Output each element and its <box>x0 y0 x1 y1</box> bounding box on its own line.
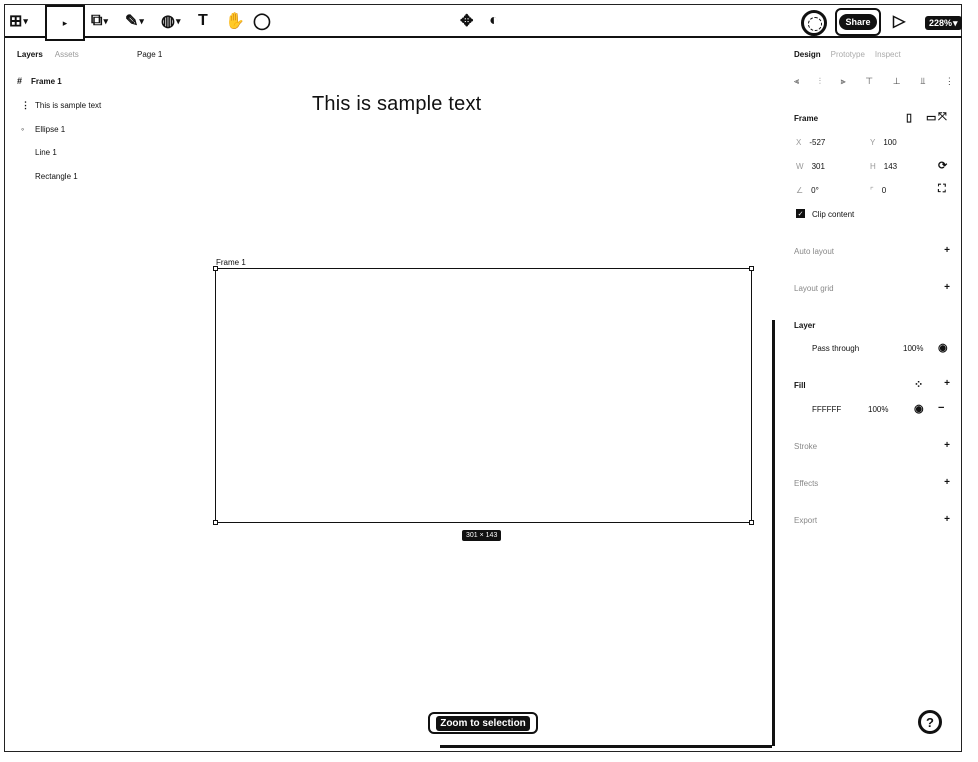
fill-opacity-field[interactable]: 100% <box>868 405 888 414</box>
visibility-eye-icon[interactable]: ◉ <box>938 341 948 354</box>
zoom-level-dropdown[interactable]: 228% ▾ <box>925 16 962 30</box>
text-tool-button[interactable]: T <box>198 10 208 32</box>
horizontal-scrollbar[interactable] <box>440 745 772 748</box>
present-button[interactable]: ▷ <box>893 10 905 32</box>
move-icon: ▸ <box>62 17 68 28</box>
layer-frame-1[interactable]: # Frame 1 <box>17 76 62 86</box>
alignment-toolbar: ⫷ ⫶ ⫸ ⊤ ⊥ ⫫ ⋮ <box>794 76 954 87</box>
align-bottom-icon[interactable]: ⫫ <box>920 76 925 87</box>
layer-opacity-field[interactable]: 100% <box>903 344 923 353</box>
frame-layer-icon: # <box>17 76 23 86</box>
frame-tool-button[interactable]: ⧉ ▾ <box>91 10 108 32</box>
independent-corners-icon[interactable]: ⛶ <box>938 183 946 196</box>
layer-line[interactable]: Line 1 <box>21 148 57 157</box>
constrain-proportions-icon[interactable]: ⟳ <box>938 159 947 172</box>
portrait-icon[interactable]: ▯ <box>906 111 912 124</box>
main-menu-icon[interactable]: ⊞ ▾ <box>9 10 28 32</box>
y-field[interactable]: Y 100 <box>870 138 897 147</box>
fill-hex-field[interactable]: FFFFFF <box>812 405 841 414</box>
align-center-icon[interactable]: ⫶ <box>819 76 821 87</box>
add-fill-icon[interactable]: + <box>944 378 950 389</box>
design-panel: Design Prototype Inspect ⫷ ⫶ ⫸ ⊤ ⊥ ⫫ ⋮ F… <box>778 38 962 738</box>
resize-handle-top-right[interactable] <box>749 266 754 271</box>
page-selector[interactable]: Page 1 <box>137 50 162 59</box>
resize-handle-top-left[interactable] <box>213 266 218 271</box>
layer-rectangle[interactable]: Rectangle 1 <box>21 172 78 181</box>
chevron-down-icon: ▾ <box>953 17 958 28</box>
resize-handle-bottom-left[interactable] <box>213 520 218 525</box>
layer-text[interactable]: ⋮ This is sample text <box>21 100 101 111</box>
effects-title: Effects <box>794 479 819 488</box>
layer-ellipse[interactable]: ◦ Ellipse 1 <box>21 124 65 134</box>
play-icon: ▷ <box>893 13 906 30</box>
corner-radius-field[interactable]: ⌜ 0 <box>870 186 886 195</box>
fill-visibility-eye-icon[interactable]: ◉ <box>914 402 924 415</box>
x-field[interactable]: X -527 <box>796 138 825 147</box>
layout-grid-title: Layout grid <box>794 284 834 293</box>
tab-inspect[interactable]: Inspect <box>875 50 901 59</box>
width-field[interactable]: W 301 <box>796 162 825 171</box>
shape-icon: ◍ <box>161 13 175 30</box>
tab-prototype[interactable]: Prototype <box>831 50 865 59</box>
tab-assets[interactable]: Assets <box>55 50 79 59</box>
vertical-scrollbar[interactable] <box>772 320 775 746</box>
pen-tool-button[interactable]: ✎ ▾ <box>125 10 144 32</box>
remove-fill-icon[interactable]: − <box>938 402 944 414</box>
add-layout-grid-icon[interactable]: + <box>944 282 950 293</box>
align-right-icon[interactable]: ⫸ <box>841 76 846 87</box>
theme-toggle[interactable]: ◐ <box>489 10 499 32</box>
frame-label[interactable]: Frame 1 <box>216 258 246 267</box>
align-middle-icon[interactable]: ⊥ <box>893 76 901 87</box>
add-export-icon[interactable]: + <box>944 514 950 525</box>
landscape-icon[interactable]: ▭ <box>926 111 936 124</box>
rotation-field[interactable]: ∠ 0° <box>796 186 819 195</box>
ellipse-layer-icon: ◦ <box>21 124 25 134</box>
frame-section-title: Frame <box>794 114 819 123</box>
zoom-to-selection-button[interactable]: Zoom to selection <box>428 712 538 734</box>
component-icon: ✥ <box>460 13 474 30</box>
add-auto-layout-icon[interactable]: + <box>944 245 950 256</box>
clip-content-label: Clip content <box>812 210 855 219</box>
height-field[interactable]: H 143 <box>870 162 897 171</box>
align-top-icon[interactable]: ⊤ <box>865 76 873 87</box>
tab-design[interactable]: Design <box>794 50 821 59</box>
layers-panel: Layers Assets Page 1 # Frame 1 ⋮ This is… <box>5 38 195 738</box>
move-tool-button[interactable]: ▸ <box>45 5 85 41</box>
user-avatar[interactable] <box>801 10 827 36</box>
top-toolbar: ⊞ ▾ ▸ ⧉ ▾ ✎ ▾ ◍ ▾ T ✋ ◯ ✥ ◐ Share ▷ 228% ▾ <box>5 5 962 41</box>
comment-icon: ◯ <box>253 13 271 30</box>
component-button[interactable]: ✥ <box>460 10 473 32</box>
add-effect-icon[interactable]: + <box>944 477 950 488</box>
blend-mode-select[interactable]: Pass through <box>812 344 859 353</box>
layer-section-title: Layer <box>794 321 816 330</box>
distribute-icon[interactable]: ⋮ <box>945 76 954 87</box>
frame-icon: ⧉ <box>91 12 103 29</box>
pen-icon: ✎ <box>125 13 139 30</box>
align-left-icon[interactable]: ⫷ <box>794 76 799 87</box>
resize-handle-bottom-right[interactable] <box>749 520 754 525</box>
clip-content-checkbox[interactable]: ✓ <box>796 209 805 218</box>
hand-icon: ✋ <box>225 13 245 30</box>
stroke-title: Stroke <box>794 442 818 451</box>
fill-section-title: Fill <box>794 381 806 390</box>
dimension-badge: 301 × 143 <box>462 530 502 541</box>
selected-frame[interactable] <box>215 268 752 523</box>
help-icon[interactable]: ? <box>918 710 942 734</box>
shape-tool-button[interactable]: ◍ ▾ <box>161 10 181 32</box>
tab-layers[interactable]: Layers <box>17 50 43 59</box>
text-layer-icon: ⋮ <box>21 100 30 110</box>
comment-tool-button[interactable]: ◯ <box>253 10 271 32</box>
add-stroke-icon[interactable]: + <box>944 440 950 451</box>
hand-tool-button[interactable]: ✋ <box>225 10 245 32</box>
theme-icon: ◐ <box>489 12 499 29</box>
resize-to-fit-icon[interactable]: ⤧ <box>938 111 947 124</box>
styles-grid-icon[interactable]: ⁘ <box>914 378 923 391</box>
auto-layout-title: Auto layout <box>794 247 835 256</box>
export-title: Export <box>794 516 818 525</box>
share-button[interactable]: Share <box>835 8 881 36</box>
text-icon: T <box>198 12 208 29</box>
canvas-text-element[interactable]: This is sample text <box>312 93 481 116</box>
